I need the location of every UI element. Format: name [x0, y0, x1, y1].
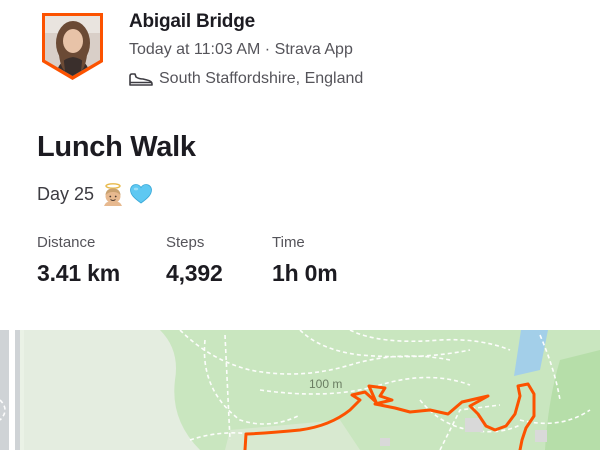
activity-header: Abigail Bridge Today at 11:03 AM · Strav… — [0, 0, 600, 110]
activity-description: Day 25 — [37, 182, 153, 206]
shoe-icon — [129, 73, 153, 86]
athlete-name[interactable]: Abigail Bridge — [129, 11, 255, 33]
blue-heart-emoji-icon — [130, 184, 152, 204]
stat-label: Distance — [37, 234, 96, 251]
location-text: South Staffordshire, England — [159, 70, 364, 87]
stat-steps: Steps 4,392 — [166, 234, 272, 287]
activity-stats: Distance 3.41 km Steps 4,392 Time 1h 0m — [37, 234, 392, 287]
activity-title[interactable]: Lunch Walk — [37, 131, 196, 164]
avatar[interactable] — [41, 13, 104, 80]
description-text: Day 25 — [37, 183, 95, 204]
angel-face-emoji-icon — [104, 183, 123, 206]
activity-location: South Staffordshire, England — [129, 70, 363, 88]
activity-timestamp: Today at 11:03 AM · Strava App — [129, 41, 353, 58]
stat-value: 4,392 — [166, 260, 223, 286]
map-canvas: 100 m — [0, 330, 600, 450]
contour-label: 100 m — [309, 377, 342, 391]
stat-value: 1h 0m — [272, 260, 338, 286]
route-map[interactable]: 100 m — [0, 330, 600, 450]
stat-label: Time — [272, 234, 305, 251]
stat-time: Time 1h 0m — [272, 234, 392, 287]
stat-distance: Distance 3.41 km — [37, 234, 166, 287]
stat-value: 3.41 km — [37, 260, 120, 286]
avatar-badge-icon — [42, 13, 103, 80]
stat-label: Steps — [166, 234, 205, 251]
